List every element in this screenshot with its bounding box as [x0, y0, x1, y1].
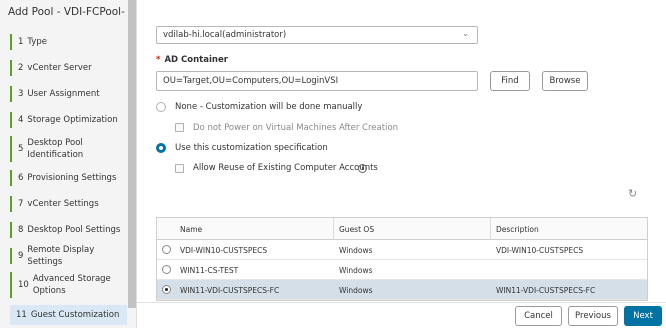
table-header: Name Guest OS Description: [157, 218, 647, 240]
step-number: 3: [18, 89, 24, 99]
browse-button[interactable]: Browse: [542, 71, 588, 91]
step-remote-display-settings[interactable]: 9 Remote Display Settings: [10, 245, 127, 267]
step-label: vCenter Settings: [27, 199, 99, 209]
cancel-button[interactable]: Cancel: [515, 306, 562, 326]
next-button[interactable]: Next: [624, 306, 662, 326]
step-label: Advanced Storage Options: [32, 274, 111, 296]
row-name: WIN11-CS-TEST: [180, 266, 239, 275]
step-desktop-pool-settings[interactable]: 8 Desktop Pool Settings: [10, 222, 127, 238]
step-number: 9: [18, 251, 24, 261]
step-storage-optimization[interactable]: 4 Storage Optimization: [10, 112, 127, 128]
step-number: 6: [18, 173, 24, 183]
column-divider: [333, 218, 334, 240]
ad-container-label: * AD Container: [156, 55, 228, 65]
step-label: Storage Optimization: [27, 115, 118, 125]
none-customization-radio[interactable]: [156, 102, 166, 112]
ad-container-input[interactable]: OU=Target,OU=Computers,OU=LoginVSI: [156, 71, 478, 91]
no-power-on-checkbox[interactable]: [175, 123, 184, 132]
allow-reuse-checkbox[interactable]: [175, 164, 184, 173]
step-vcenter-server[interactable]: 2 vCenter Server: [10, 60, 127, 76]
refresh-icon[interactable]: ↻: [628, 187, 637, 200]
step-number: 1: [18, 37, 24, 47]
step-provisioning-settings[interactable]: 6 Provisioning Settings: [10, 170, 127, 186]
use-spec-label: Use this customization specification: [175, 143, 328, 153]
row-description: VDI-WIN10-CUSTSPECS: [496, 246, 584, 255]
row-radio[interactable]: [162, 285, 171, 294]
row-name: WIN11-VDI-CUSTSPECS-FC: [180, 286, 280, 295]
info-icon[interactable]: i: [358, 164, 367, 173]
step-vcenter-settings[interactable]: 7 vCenter Settings: [10, 196, 127, 212]
step-label: vCenter Server: [27, 63, 92, 73]
row-description: WIN11-VDI-CUSTSPECS-FC: [496, 286, 596, 295]
no-power-on-label: Do not Power on Virtual Machines After C…: [193, 123, 399, 133]
step-number: 11: [16, 310, 27, 320]
column-header-description[interactable]: Description: [496, 225, 539, 234]
table-row[interactable]: WIN11-CS-TEST Windows: [157, 260, 647, 280]
step-label: Desktop Pool Identification: [27, 138, 84, 160]
footer-divider: [137, 302, 666, 303]
step-label: User Assignment: [27, 89, 100, 99]
step-number: 2: [18, 63, 24, 73]
step-label: Guest Customization: [30, 310, 120, 320]
row-radio[interactable]: [162, 265, 171, 274]
step-number: 7: [18, 199, 24, 209]
domain-account-select[interactable]: vdilab-hi.local(administrator) ⌄: [156, 26, 478, 44]
row-guest-os: Windows: [339, 246, 373, 255]
step-label: Remote Display Settings: [27, 245, 95, 267]
step-type[interactable]: 1 Type: [10, 34, 127, 50]
step-user-assignment[interactable]: 3 User Assignment: [10, 86, 127, 102]
wizard-title: Add Pool - VDI-FCPool-: [8, 6, 125, 18]
column-header-name[interactable]: Name: [180, 225, 202, 234]
step-number: 8: [18, 225, 24, 235]
column-header-guest-os[interactable]: Guest OS: [339, 225, 374, 234]
guest-customization-panel: vdilab-hi.local(administrator) ⌄ * AD Con…: [137, 0, 666, 328]
ad-container-value: OU=Target,OU=Computers,OU=LoginVSI: [163, 76, 339, 86]
ad-container-label-text: AD Container: [164, 55, 228, 65]
use-spec-radio[interactable]: [156, 143, 166, 153]
sidebar-scrollbar[interactable]: [128, 0, 136, 308]
row-guest-os: Windows: [339, 286, 373, 295]
table-row-selected[interactable]: WIN11-VDI-CUSTSPECS-FC Windows WIN11-VDI…: [157, 280, 647, 300]
step-label: Desktop Pool Settings: [27, 225, 121, 235]
step-desktop-pool-identification[interactable]: 5 Desktop Pool Identification: [10, 136, 127, 162]
domain-account-value: vdilab-hi.local(administrator): [163, 30, 287, 40]
chevron-down-icon: ⌄: [462, 29, 469, 38]
step-label: Type: [27, 37, 47, 47]
find-button[interactable]: Find: [490, 71, 530, 91]
customization-spec-table: Name Guest OS Description VDI-WIN10-CUST…: [156, 217, 648, 301]
row-name: VDI-WIN10-CUSTSPECS: [180, 246, 268, 255]
allow-reuse-label: Allow Reuse of Existing Computer Account…: [193, 163, 378, 173]
step-label: Provisioning Settings: [27, 173, 117, 183]
none-customization-label: None - Customization will be done manual…: [175, 102, 363, 112]
previous-button[interactable]: Previous: [568, 306, 618, 326]
step-number: 4: [18, 115, 24, 125]
table-row[interactable]: VDI-WIN10-CUSTSPECS Windows VDI-WIN10-CU…: [157, 240, 647, 260]
step-guest-customization[interactable]: 11 Guest Customization: [10, 305, 127, 325]
step-advanced-storage-options[interactable]: 10 Advanced Storage Options: [10, 272, 127, 298]
row-radio[interactable]: [162, 245, 171, 254]
row-guest-os: Windows: [339, 266, 373, 275]
step-number: 10: [18, 280, 29, 290]
column-divider: [490, 218, 491, 240]
step-number: 5: [18, 144, 24, 154]
wizard-sidebar: Add Pool - VDI-FCPool- 1 Type 2 vCenter …: [0, 0, 137, 328]
required-mark: *: [156, 55, 161, 65]
